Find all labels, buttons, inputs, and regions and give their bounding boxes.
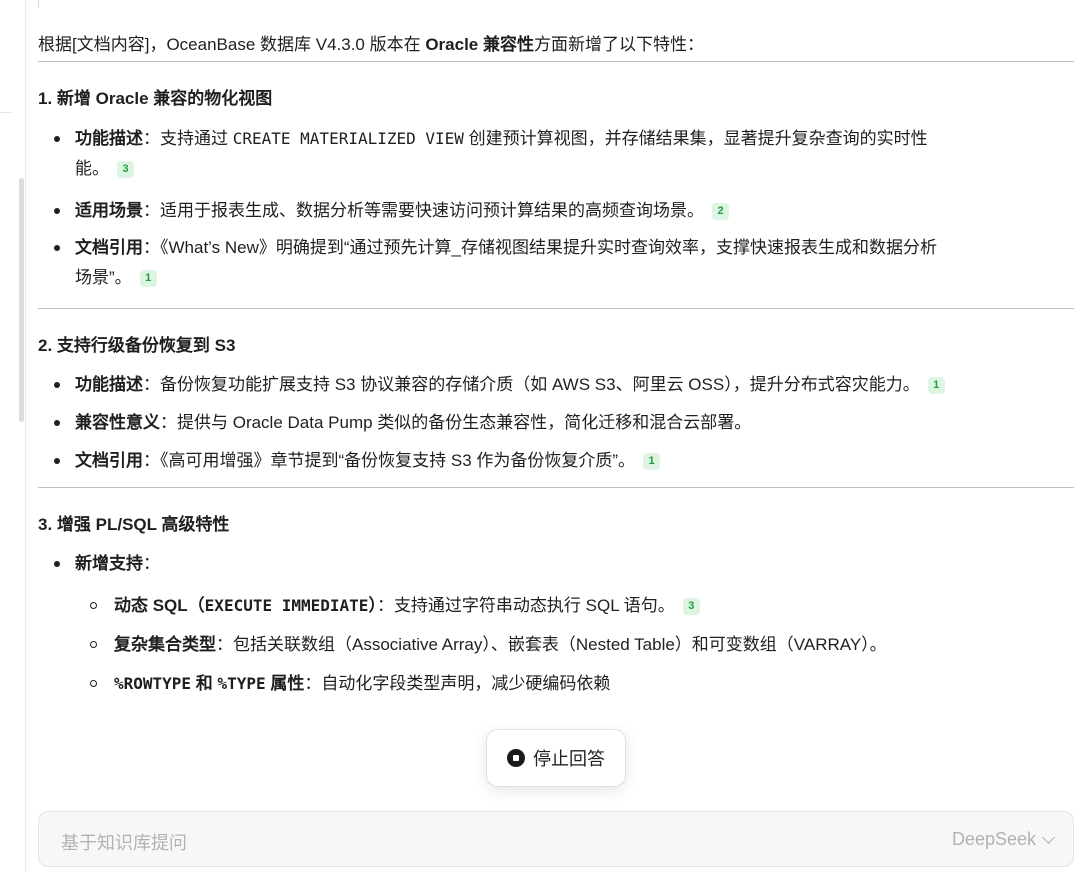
inline-code: %ROWTYPE [114,674,192,693]
divider [38,61,1074,62]
sub-list-item: 复杂集合类型：包括关联数组（Associative Array）、嵌套表（Nes… [88,630,1074,660]
list-item: 功能描述：支持通过 CREATE MATERIALIZED VIEW 创建预计算… [50,124,1074,184]
list-item: 适用场景：适用于报表生成、数据分析等需要快速访问预计算结果的高频查询场景。 2 [50,196,1074,226]
model-name: DeepSeek [951,829,1036,849]
bullet [54,561,60,567]
citation-badge[interactable]: 3 [682,598,700,615]
citation-badge[interactable]: 1 [139,270,157,287]
section-title: 1. 新增 Oracle 兼容的物化视图 [38,89,273,108]
divider [38,308,1074,309]
bullet [54,208,60,214]
sub-list-item: %ROWTYPE 和 %TYPE 属性：自动化字段类型声明，减少硬编码依赖 [88,669,1074,699]
sidebar-edge-line [0,112,12,113]
inline-code: EXECUTE IMMEDIATE [204,596,369,615]
divider [38,487,1074,488]
stop-answer-label: 停止回答 [533,749,605,769]
bullet [54,136,60,142]
chevron-down-icon [1042,830,1055,844]
stop-answer-button[interactable]: 停止回答 [486,729,626,787]
model-selector[interactable]: DeepSeek [951,829,1055,850]
section-title: 3. 增强 PL/SQL 高级特性 [38,515,230,534]
bullet [90,641,97,648]
question-input-placeholder: 基于知识库提问 [61,833,187,853]
list-item: 文档引用：《What’s New》明确提到“通过预先计算_存储视图结果提升实时查… [50,233,1074,293]
bullet [54,245,60,251]
citation-badge[interactable]: 2 [712,203,729,220]
list-item: 新增支持： [50,549,1074,579]
section-title: 2. 支持行级备份恢复到 S3 [38,336,236,355]
bullet [54,458,60,464]
inline-code: %TYPE [217,674,266,693]
bullet [90,602,97,609]
citation-badge[interactable]: 3 [117,161,134,178]
answer-intro: 根据[文档内容]，OceanBase 数据库 V4.3.0 版本在 Oracle… [38,35,704,54]
stop-icon [507,749,525,767]
list-item: 兼容性意义：提供与 Oracle Data Pump 类似的备份生态兼容性，简化… [50,408,1074,438]
inline-code: CREATE MATERIALIZED VIEW [232,129,464,148]
bullet [54,420,60,426]
question-input[interactable]: 基于知识库提问 DeepSeek [38,811,1074,867]
quote-bar [38,0,39,8]
sub-list-item: 动态 SQL（EXECUTE IMMEDIATE）：支持通过字符串动态执行 SQ… [88,591,1074,621]
sidebar-divider [25,0,26,872]
list-item: 文档引用：《高可用增强》章节提到“备份恢复支持 S3 作为备份恢复介质”。 1 [50,446,1074,476]
citation-badge[interactable]: 1 [643,453,661,470]
bullet [54,382,60,388]
citation-badge[interactable]: 1 [927,377,945,394]
scrollbar-thumb[interactable] [19,178,24,422]
bullet [90,680,97,687]
list-item: 功能描述：备份恢复功能扩展支持 S3 协议兼容的存储介质（如 AWS S3、阿里… [50,370,1074,400]
